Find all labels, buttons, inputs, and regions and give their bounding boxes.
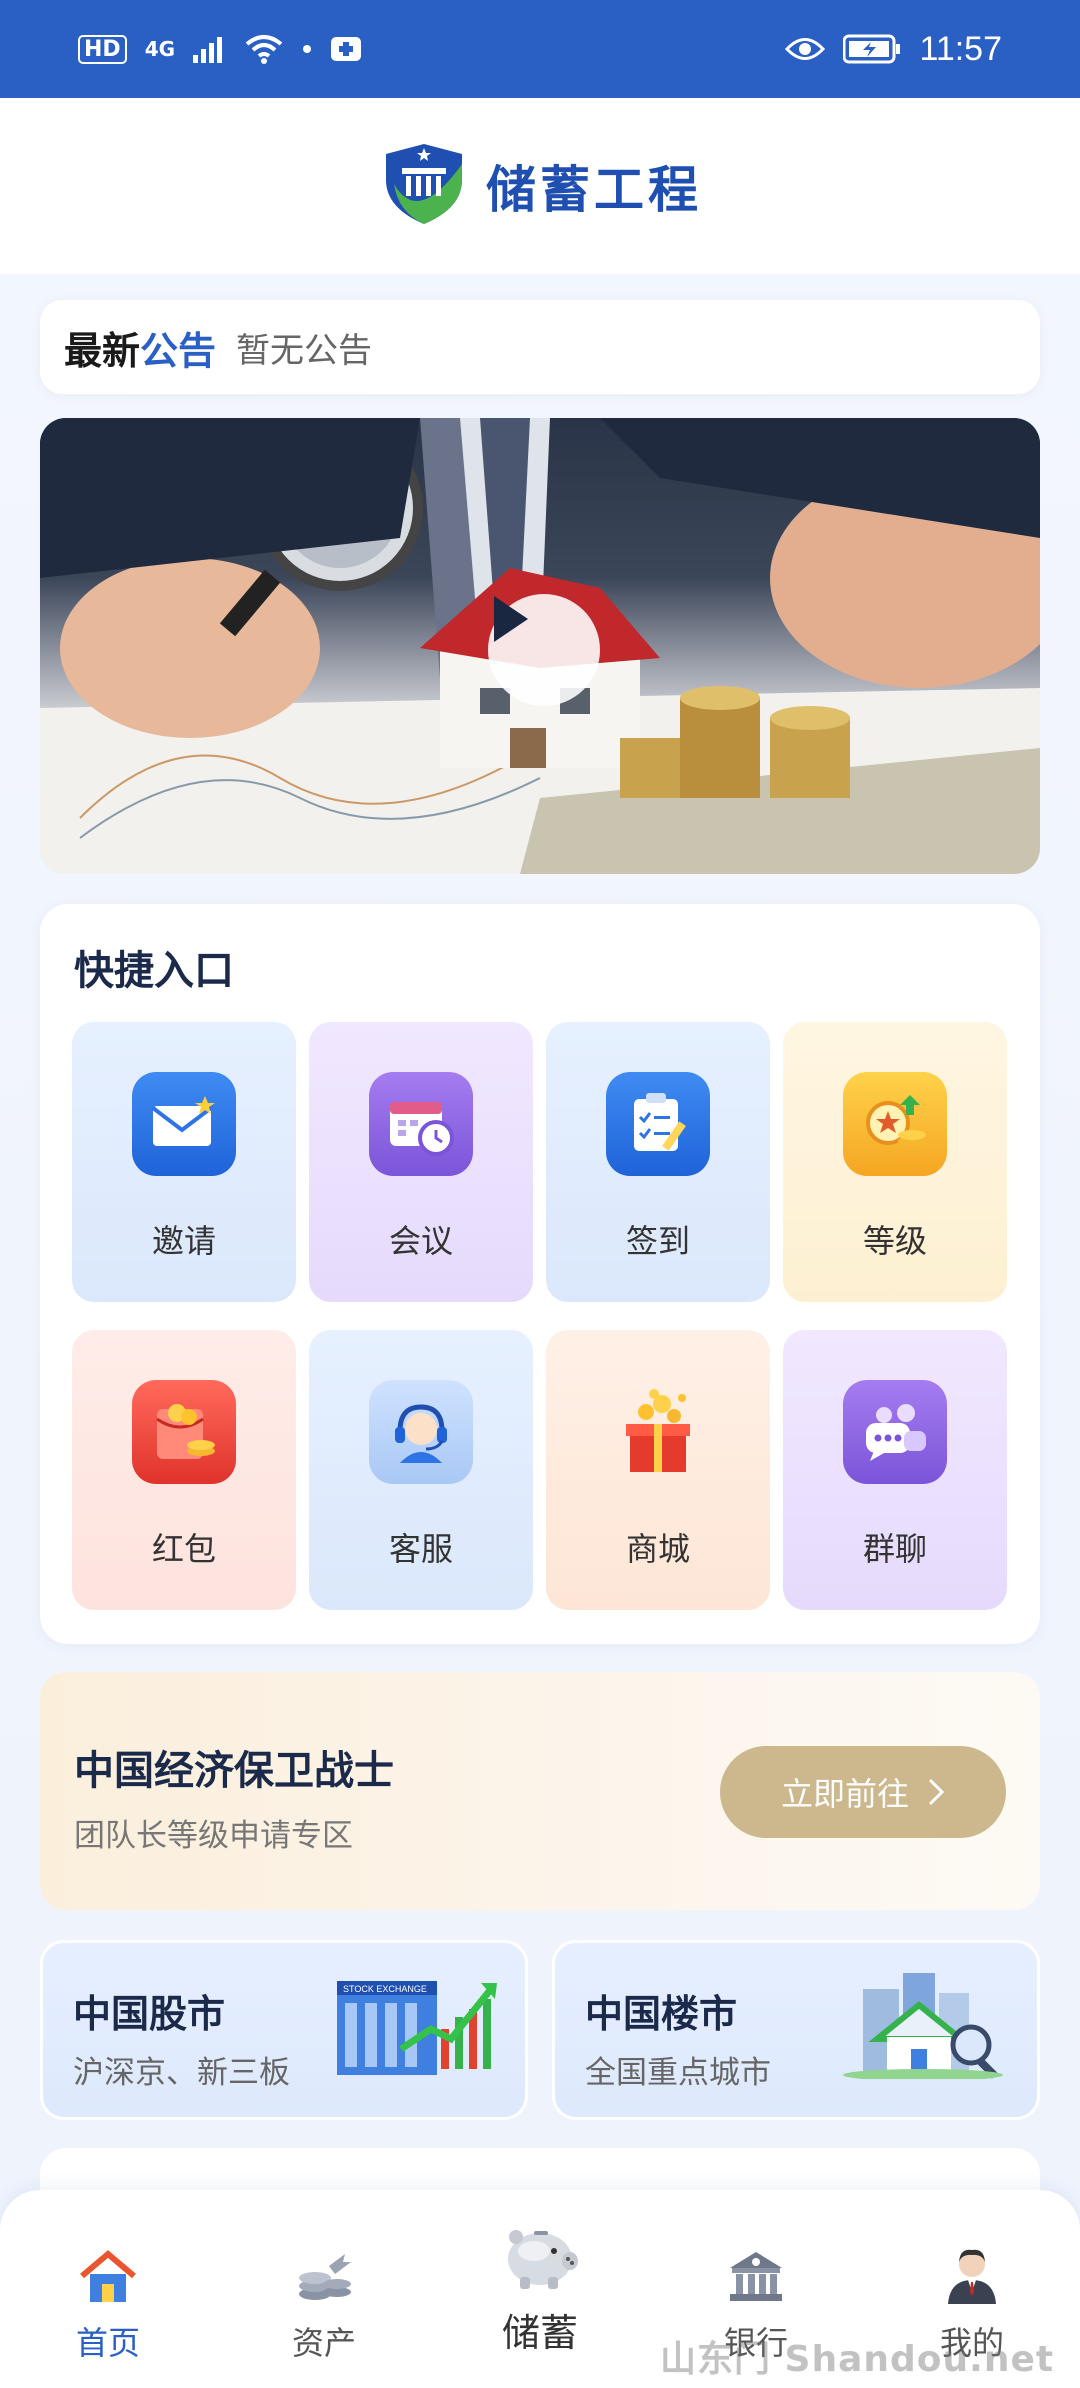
- tab-label: 资产: [291, 2324, 356, 2362]
- promo-subtitle: 团队长等级申请专区: [74, 1818, 353, 1854]
- app-header: 储蓄工程: [0, 98, 1080, 274]
- shield-logo-icon: [378, 140, 470, 232]
- network-label: 4G: [144, 37, 176, 61]
- notice-title-b: 公告: [140, 328, 217, 373]
- tab-label: 储蓄: [501, 2311, 578, 2355]
- quick-item-label: 会议: [388, 1222, 453, 1260]
- chevron-right-icon: [928, 1778, 945, 1806]
- play-icon: [494, 596, 528, 642]
- quick-entry-card: 快捷入口 邀请 会议 签到 等级 红包 客服 商城 群聊: [40, 904, 1040, 1644]
- envelope-star-icon: [132, 1072, 236, 1176]
- quick-item-label: 邀请: [151, 1222, 216, 1260]
- coins-icon: [293, 2244, 355, 2308]
- headset-icon: [369, 1380, 473, 1484]
- quick-item-level[interactable]: 等级: [783, 1022, 1007, 1302]
- market-title: 中国楼市: [585, 1992, 738, 2036]
- red-envelope-icon: [132, 1380, 236, 1484]
- quick-item-checkin[interactable]: 签到: [546, 1022, 770, 1302]
- tab-home[interactable]: 首页: [0, 2190, 216, 2388]
- tab-savings[interactable]: 储蓄: [432, 2190, 648, 2388]
- status-left: HD 4G: [78, 34, 362, 64]
- stock-market-card[interactable]: 中国股市 沪深京、新三板 STOCK EXCHANGE: [40, 1940, 528, 2120]
- medical-plus-icon: [331, 37, 362, 61]
- stock-exchange-sign: STOCK EXCHANGE: [343, 1984, 427, 1994]
- quick-item-red-packet[interactable]: 红包: [72, 1330, 296, 1610]
- clock: 11:57: [919, 29, 1002, 68]
- quick-item-mall[interactable]: 商城: [546, 1330, 770, 1610]
- notice-text: 暂无公告: [236, 330, 373, 371]
- medal-coins-icon: [843, 1072, 947, 1176]
- market-title: 中国股市: [73, 1992, 226, 2036]
- go-now-button[interactable]: 立即前往: [720, 1746, 1006, 1838]
- market-subtitle: 全国重点城市: [585, 2055, 771, 2091]
- quick-item-service[interactable]: 客服: [309, 1330, 533, 1610]
- quick-item-label: 群聊: [862, 1530, 927, 1568]
- home-icon: [78, 2244, 138, 2308]
- play-button[interactable]: [488, 594, 600, 706]
- promo-title: 中国经济保卫战士: [74, 1748, 394, 1794]
- tab-assets[interactable]: 资产: [216, 2190, 432, 2388]
- clipboard-check-icon: [606, 1072, 710, 1176]
- chat-bubbles-icon: [843, 1380, 947, 1484]
- piggy-bank-icon: [498, 2212, 582, 2296]
- wifi-icon: [245, 34, 283, 64]
- quick-item-meeting[interactable]: 会议: [309, 1022, 533, 1302]
- property-market-card[interactable]: 中国楼市 全国重点城市: [552, 1940, 1040, 2120]
- quick-item-label: 签到: [625, 1222, 690, 1260]
- notice-bar[interactable]: 最新 公告 暂无公告: [40, 300, 1040, 394]
- promo-card[interactable]: 中国经济保卫战士 团队长等级申请专区 立即前往: [40, 1672, 1040, 1910]
- tab-label: 首页: [75, 2324, 140, 2362]
- quick-item-label: 红包: [151, 1530, 216, 1568]
- gift-box-icon: [606, 1380, 710, 1484]
- hd-badge: HD: [78, 34, 127, 64]
- notice-title-a: 最新: [64, 328, 141, 373]
- quick-item-label: 等级: [862, 1222, 927, 1260]
- video-banner[interactable]: [40, 418, 1040, 874]
- quick-item-label: 客服: [388, 1530, 453, 1568]
- signal-icon: [193, 35, 227, 63]
- quick-item-label: 商城: [625, 1530, 690, 1568]
- status-bar: HD 4G 11:57: [0, 0, 1080, 98]
- house-search-icon: [843, 1969, 1013, 2083]
- market-subtitle: 沪深京、新三板: [73, 2055, 290, 2091]
- status-right: 11:57: [785, 30, 1002, 69]
- bank-icon: [726, 2244, 786, 2308]
- calendar-clock-icon: [369, 1072, 473, 1176]
- user-icon: [944, 2244, 1000, 2308]
- watermark: 山东门 Shandou.net: [660, 2339, 1055, 2380]
- quick-item-group-chat[interactable]: 群聊: [783, 1330, 1007, 1610]
- dot-icon: [301, 43, 313, 55]
- quick-entry-title: 快捷入口: [74, 948, 234, 994]
- go-now-label: 立即前往: [780, 1775, 909, 1813]
- battery-icon: [843, 34, 901, 64]
- stock-exchange-icon: STOCK EXCHANGE: [331, 1969, 501, 2083]
- app-title: 储蓄工程: [486, 161, 702, 219]
- eye-icon: [785, 36, 826, 62]
- quick-item-invite[interactable]: 邀请: [72, 1022, 296, 1302]
